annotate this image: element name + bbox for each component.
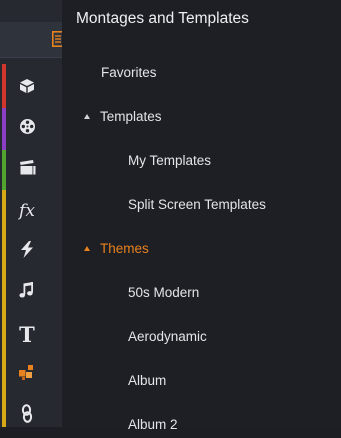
tree-item-label: Themes: [100, 240, 149, 256]
expand-arrow-icon[interactable]: [84, 245, 90, 251]
tree-item-label: Aerodynamic: [128, 328, 207, 344]
tree-item-my-templates[interactable]: My Templates: [62, 146, 341, 174]
expand-arrow-icon[interactable]: [84, 113, 90, 119]
rail-item-film-reel[interactable]: [0, 111, 54, 147]
tree-item-label: My Templates: [128, 152, 212, 168]
rail-item-transitions[interactable]: [0, 234, 54, 270]
tree-item-album-2[interactable]: Album 2: [62, 410, 341, 438]
tree-item-split-screen-templates[interactable]: Split Screen Templates: [62, 190, 341, 218]
fx-icon: fx: [19, 201, 35, 221]
music-note-icon: [19, 282, 35, 304]
tree-item-50s-modern[interactable]: 50s Modern: [62, 278, 341, 306]
box-icon: [19, 78, 35, 99]
tree-item-label: Split Screen Templates: [128, 196, 266, 212]
tree-item-aerodynamic[interactable]: Aerodynamic: [62, 322, 341, 350]
app-window: fx T Montages and Templates Favorites Te…: [0, 0, 341, 432]
tree-item-label: 50s Modern: [128, 284, 200, 300]
rail-item-clapperboard[interactable]: [0, 152, 54, 188]
tree-item-label: Favorites: [101, 64, 157, 80]
rail-item-blocks[interactable]: [0, 357, 54, 393]
clapperboard-icon: [19, 160, 36, 180]
library-icon-rail: fx T: [0, 0, 70, 427]
library-tree-panel: Montages and Templates Favorites Templat…: [62, 0, 341, 432]
rail-item-music[interactable]: [0, 275, 54, 311]
rail-item-link[interactable]: [0, 398, 54, 434]
title-t-icon: T: [19, 321, 35, 347]
tree-item-favorites[interactable]: Favorites: [62, 58, 341, 86]
rail-item-titles[interactable]: T: [0, 316, 54, 352]
rail-item-box[interactable]: [0, 70, 54, 106]
tree-item-label: Templates: [100, 108, 162, 124]
link-icon: [20, 403, 34, 429]
tree-item-themes[interactable]: Themes: [62, 234, 341, 262]
tree-item-templates[interactable]: Templates: [62, 102, 341, 130]
panel-title: Montages and Templates: [76, 10, 249, 27]
lightning-icon: [20, 241, 34, 263]
tree-item-album[interactable]: Album: [62, 366, 341, 394]
rail-item-fx[interactable]: fx: [0, 193, 54, 229]
tree-item-label: Album 2: [128, 416, 178, 432]
film-reel-icon: [19, 118, 36, 140]
rail-montages-templates[interactable]: [0, 22, 70, 58]
blocks-icon: [19, 365, 35, 385]
tree-item-label: Album: [128, 372, 167, 388]
